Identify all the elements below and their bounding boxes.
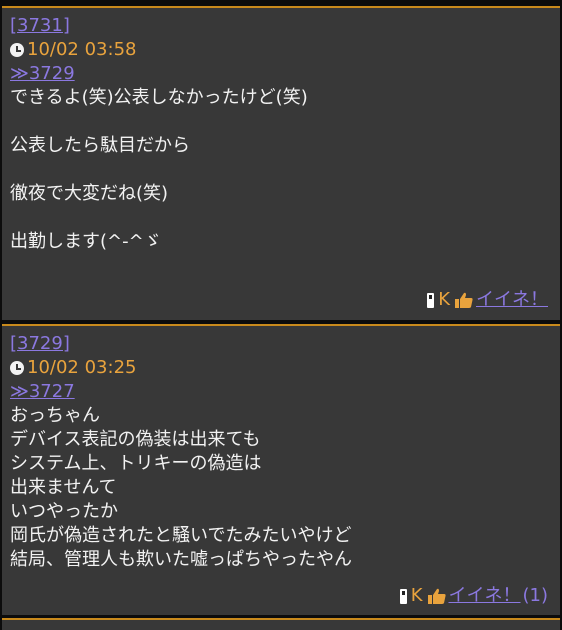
like-button[interactable]: イイネ！ bbox=[476, 288, 548, 312]
post-footer: K イイネ！ (1) bbox=[399, 584, 549, 608]
like-button[interactable]: イイネ！ bbox=[449, 584, 521, 608]
post-body: おっちゃん デバイス表記の偽装は出来ても システム上、トリキーの偽造は 出来ませ… bbox=[10, 404, 560, 572]
body-line: 結局、管理人も欺いた嘘っぱちやったやん bbox=[10, 549, 352, 570]
post-body: できるよ(笑)公表しなかったけど(笑) 公表したら駄目だから 徹夜で大変だね(笑… bbox=[10, 86, 560, 254]
post-id-link[interactable]: [3729] bbox=[10, 332, 560, 356]
post-partial bbox=[2, 618, 560, 630]
body-line: システム上、トリキーの偽造は bbox=[10, 453, 262, 474]
body-line: 徹夜で大変だね(笑) bbox=[10, 183, 169, 204]
post-3729: [3729] 10/02 03:25 ≫3727 おっちゃん デバイス表記の偽装… bbox=[2, 324, 560, 615]
body-blank-line bbox=[10, 158, 560, 182]
like-count: (1) bbox=[522, 585, 549, 606]
thumbs-up-icon bbox=[427, 588, 446, 604]
body-line: 岡氏が偽造されたと騒いでたみたいやけど bbox=[10, 525, 352, 546]
post-footer: K イイネ！ bbox=[427, 288, 548, 312]
post-3731: [3731] 10/02 03:58 ≫3729 できるよ(笑)公表しなかったけ… bbox=[2, 6, 560, 320]
body-line: デバイス表記の偽装は出来ても bbox=[10, 429, 261, 450]
body-blank-line bbox=[10, 206, 560, 230]
reply-link[interactable]: ≫3729 bbox=[10, 62, 560, 86]
mobile-phone-icon bbox=[399, 588, 407, 604]
thumbs-up-icon bbox=[455, 292, 473, 308]
mobile-phone-icon bbox=[427, 292, 435, 308]
body-line: 出勤します(^-^ゞ bbox=[10, 231, 162, 252]
clock-icon bbox=[10, 361, 24, 375]
body-line: いつやったか bbox=[10, 501, 118, 522]
body-line: できるよ(笑)公表しなかったけど(笑) bbox=[10, 87, 308, 108]
post-time: 10/02 03:58 bbox=[10, 38, 560, 62]
post-time-text: 10/02 03:25 bbox=[27, 357, 137, 378]
clock-icon bbox=[10, 43, 24, 57]
body-line: 公表したら駄目だから bbox=[10, 135, 190, 156]
post-id-link[interactable]: [3731] bbox=[10, 14, 560, 38]
post-time: 10/02 03:25 bbox=[10, 356, 560, 380]
body-line: 出来ませんて bbox=[10, 477, 117, 498]
body-line: おっちゃん bbox=[10, 405, 100, 426]
k-label: K bbox=[438, 289, 450, 310]
post-time-text: 10/02 03:58 bbox=[27, 39, 137, 60]
body-blank-line bbox=[10, 110, 560, 134]
reply-link[interactable]: ≫3727 bbox=[10, 380, 560, 404]
k-label: K bbox=[410, 585, 423, 606]
